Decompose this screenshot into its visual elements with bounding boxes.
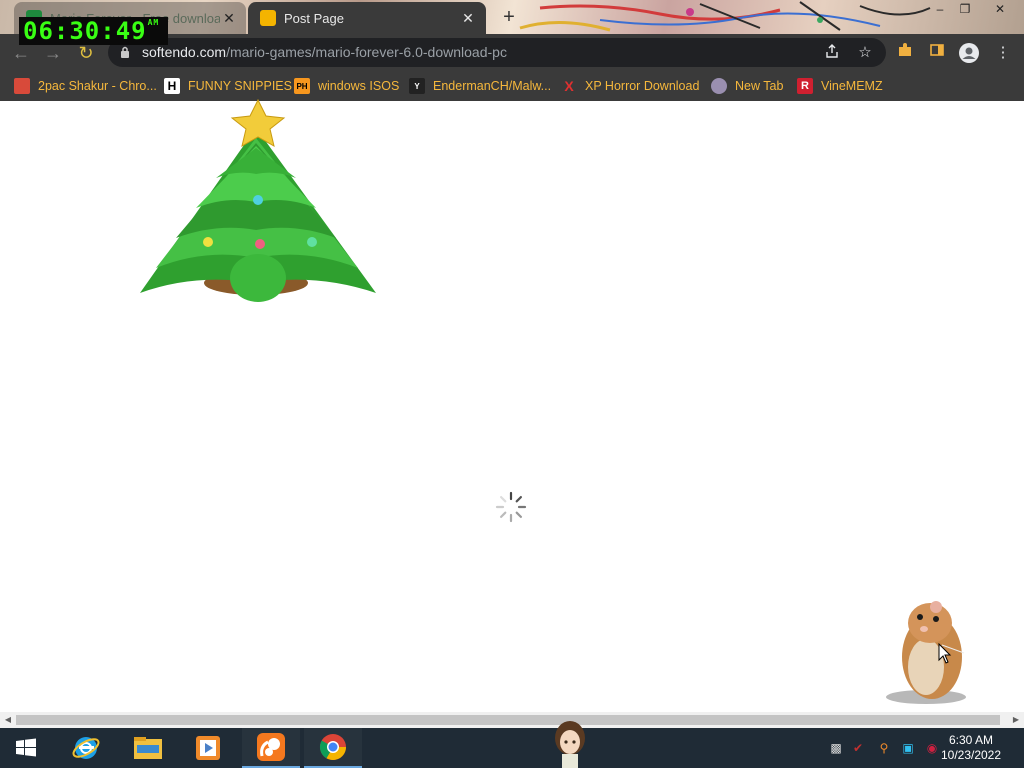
back-button[interactable]: ← [10, 42, 32, 64]
bookmark-label: 2pac Shakur - Chro... [38, 79, 157, 93]
chrome-button[interactable] [304, 728, 362, 768]
bookmark-item[interactable]: X XP Horror Download [561, 76, 699, 96]
windows-logo-icon [16, 738, 36, 757]
bookmarks-bar: 2pac Shakur - Chro... H FUNNY SNIPPIES P… [0, 70, 1024, 101]
url-path: /mario-games/mario-forever-6.0-download-… [226, 44, 507, 60]
christmas-tree-decoration [140, 98, 376, 302]
url-domain: softendo.com [142, 44, 227, 60]
page-content [0, 98, 1024, 713]
internet-explorer-icon [72, 737, 100, 759]
reload-button[interactable]: ↻ [75, 42, 97, 64]
bookmark-label: EndermanCH/Malw... [433, 79, 552, 93]
address-bar[interactable]: softendo.com/mario-games/mario-forever-6… [108, 38, 886, 67]
folder-icon [134, 737, 162, 759]
bookmark-item[interactable]: R VineMEMZ [797, 76, 883, 96]
bookmark-star-icon[interactable]: ☆ [855, 43, 875, 63]
uc-browser-button[interactable] [242, 728, 300, 768]
bookmark-item[interactable]: New Tab [711, 76, 783, 96]
cat-icon [260, 10, 276, 26]
media-player-icon [196, 736, 220, 760]
hamster-desktop-pet[interactable] [880, 597, 972, 707]
bookmark-label: XP Horror Download [585, 79, 700, 93]
globe-icon [711, 78, 727, 94]
file-explorer-button[interactable] [119, 728, 177, 768]
new-tab-button[interactable]: + [498, 6, 520, 28]
profile-avatar-icon[interactable] [958, 42, 980, 64]
close-window-button[interactable]: ✕ [985, 0, 1015, 18]
mouse-cursor-icon [938, 643, 952, 664]
windows-taskbar: ▩ ✔ ⚲ ▣ ◉ 6:30 AM 10/23/2022 [0, 721, 1024, 768]
share-icon[interactable] [822, 43, 842, 63]
anime-girl-mascot[interactable] [550, 718, 590, 768]
scroll-left-arrow[interactable]: ◀ [3, 715, 13, 725]
clock-time: 06:30:49 [23, 17, 147, 45]
chrome-icon [319, 734, 347, 761]
clock-ampm: AM [147, 18, 160, 27]
url-text[interactable]: softendo.com/mario-games/mario-forever-6… [142, 44, 507, 60]
display-tray-icon[interactable]: ▣ [900, 740, 916, 756]
bookmark-item[interactable]: H FUNNY SNIPPIES [164, 76, 292, 96]
scrollbar-thumb[interactable] [16, 715, 1000, 725]
bookmark-item[interactable]: PH windows ISOS [294, 76, 399, 96]
bookmark-label: New Tab [735, 79, 784, 93]
tab-title: Post Page [284, 10, 344, 26]
menu-kebab-icon[interactable]: ⋮ [992, 42, 1014, 64]
network-tray-icon[interactable]: ▩ [828, 740, 844, 756]
bookmark-label: windows ISOS [318, 79, 400, 93]
tab-post-page[interactable]: Post Page ✕ [248, 2, 486, 34]
ph-logo-icon: PH [294, 78, 310, 94]
restore-button[interactable]: ❐ [950, 0, 980, 18]
system-clock[interactable]: 6:30 AM 10/23/2022 [936, 733, 1006, 763]
squirrel-browser-icon [257, 733, 285, 761]
bookmark-item[interactable]: Y EndermanCH/Malw... [409, 76, 551, 96]
start-button[interactable] [0, 728, 52, 768]
close-tab-icon[interactable]: ✕ [458, 10, 478, 27]
loading-spinner [495, 491, 527, 523]
bookmark-label: FUNNY SNIPPIES [188, 79, 292, 93]
taskbar-time: 6:30 AM [948, 733, 994, 747]
r-logo-icon: R [797, 78, 813, 94]
bookmark-label: VineMEMZ [821, 79, 883, 93]
taskbar-date: 10/23/2022 [940, 748, 1002, 762]
extensions-puzzle-icon[interactable] [894, 42, 916, 64]
side-panel-icon[interactable] [926, 42, 948, 64]
media-player-button[interactable] [179, 728, 237, 768]
horizontal-scrollbar[interactable]: ◀ ▶ [0, 712, 1024, 728]
h-logo-icon: H [164, 78, 180, 94]
bookmark-item[interactable]: 2pac Shakur - Chro... [14, 76, 157, 96]
gift-icon [14, 78, 30, 94]
forward-button[interactable]: → [42, 42, 64, 64]
close-tab-icon[interactable]: ✕ [220, 10, 238, 27]
internet-explorer-button[interactable] [57, 728, 115, 768]
scroll-right-arrow[interactable]: ▶ [1011, 715, 1021, 725]
youtube-logo-icon: Y [409, 78, 425, 94]
lock-icon [121, 46, 129, 58]
antivirus-tray-icon[interactable]: ✔ [850, 740, 866, 756]
digital-clock-overlay: 06:30:49AM [19, 17, 168, 45]
search-tray-icon[interactable]: ⚲ [876, 740, 892, 756]
x-logo-icon: X [564, 78, 574, 94]
